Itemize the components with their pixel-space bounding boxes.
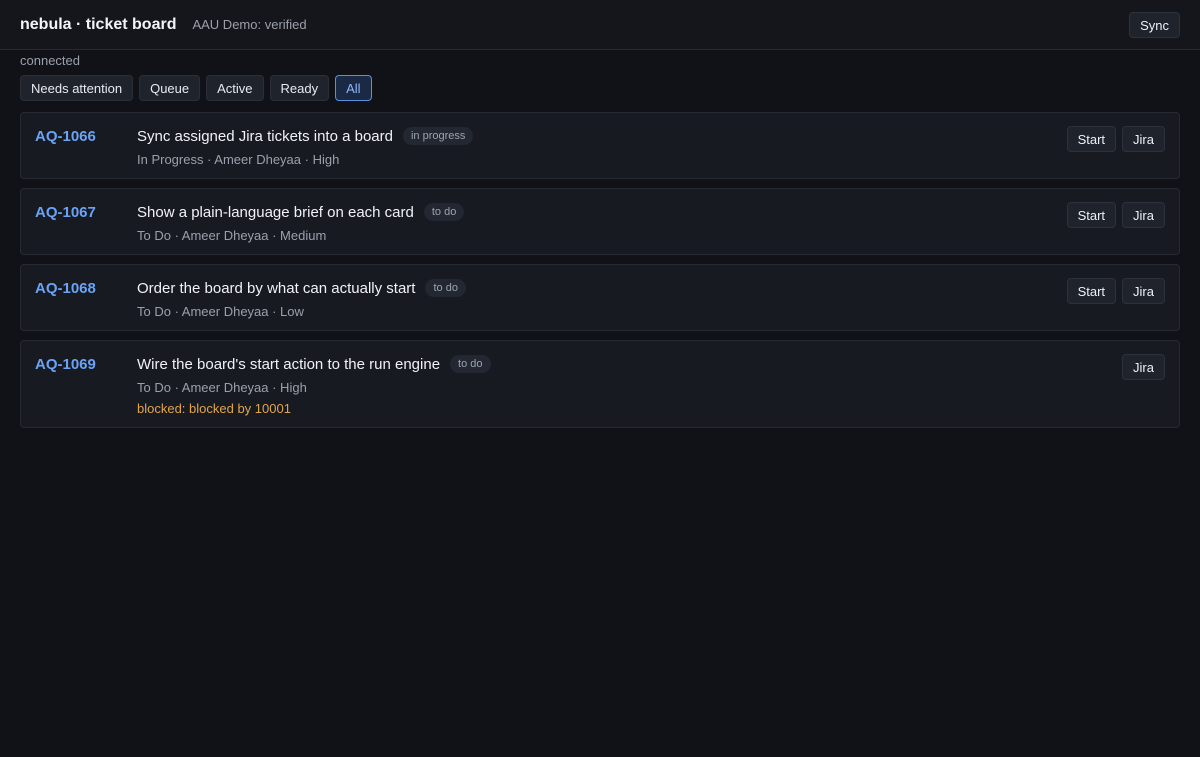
ticket-actions: Start Jira bbox=[1066, 202, 1165, 228]
filter-tabs: Needs attention Queue Active Ready All bbox=[0, 75, 1200, 101]
ticket-title-row: Order the board by what can actually sta… bbox=[137, 279, 466, 297]
ticket-actions: Start Jira bbox=[1066, 278, 1165, 304]
ticket-card: AQ-1069 Wire the board's start action to… bbox=[20, 340, 1180, 428]
filter-needs-attention[interactable]: Needs attention bbox=[20, 75, 134, 101]
jira-button[interactable]: Jira bbox=[1122, 354, 1165, 380]
sync-button[interactable]: Sync bbox=[1129, 12, 1180, 38]
jira-button[interactable]: Jira bbox=[1122, 126, 1165, 152]
ticket-card: AQ-1067 Show a plain-language brief on e… bbox=[20, 188, 1180, 255]
ticket-actions: Jira bbox=[1122, 354, 1165, 380]
ticket-key-link[interactable]: AQ-1067 bbox=[35, 204, 96, 221]
ticket-title: Show a plain-language brief on each card bbox=[137, 203, 414, 221]
start-button[interactable]: Start bbox=[1066, 126, 1117, 152]
blocked-warning: blocked: blocked by 10001 bbox=[137, 401, 291, 416]
ticket-title: Sync assigned Jira tickets into a board bbox=[137, 127, 393, 145]
start-button[interactable]: Start bbox=[1066, 202, 1117, 228]
ticket-meta: To Do · Ameer Dheyaa · Medium bbox=[137, 228, 327, 243]
filter-queue[interactable]: Queue bbox=[139, 75, 201, 101]
ticket-key-link[interactable]: AQ-1069 bbox=[35, 356, 96, 373]
ticket-card: AQ-1066 Sync assigned Jira tickets into … bbox=[20, 112, 1180, 179]
ticket-key-link[interactable]: AQ-1066 bbox=[35, 128, 96, 145]
ticket-actions: Start Jira bbox=[1066, 126, 1165, 152]
start-button[interactable]: Start bbox=[1066, 278, 1117, 304]
connection-status: connected bbox=[20, 53, 80, 68]
ticket-title: Wire the board's start action to the run… bbox=[137, 355, 441, 373]
workspace-status: AAU Demo: verified bbox=[192, 17, 307, 32]
filter-active[interactable]: Active bbox=[206, 75, 264, 101]
top-bar: nebula · ticket board AAU Demo: verified… bbox=[0, 0, 1200, 50]
ticket-title-row: Sync assigned Jira tickets into a board … bbox=[137, 127, 474, 145]
ticket-title: Order the board by what can actually sta… bbox=[137, 279, 416, 297]
filter-all[interactable]: All bbox=[335, 75, 372, 101]
ticket-meta: To Do · Ameer Dheyaa · High bbox=[137, 380, 307, 395]
ticket-card: AQ-1068 Order the board by what can actu… bbox=[20, 264, 1180, 331]
app-title: nebula · ticket board bbox=[20, 15, 177, 33]
status-badge: to do bbox=[425, 279, 466, 297]
status-badge: to do bbox=[423, 203, 465, 221]
status-badge: in progress bbox=[402, 127, 474, 145]
ticket-list: AQ-1066 Sync assigned Jira tickets into … bbox=[0, 101, 1200, 428]
jira-button[interactable]: Jira bbox=[1122, 202, 1165, 228]
ticket-title-row: Show a plain-language brief on each card… bbox=[137, 203, 465, 221]
jira-button[interactable]: Jira bbox=[1122, 278, 1165, 304]
filter-ready[interactable]: Ready bbox=[269, 75, 330, 101]
status-badge: to do bbox=[450, 355, 491, 373]
ticket-title-row: Wire the board's start action to the run… bbox=[137, 355, 491, 373]
ticket-meta: In Progress · Ameer Dheyaa · High bbox=[137, 152, 340, 167]
ticket-meta: To Do · Ameer Dheyaa · Low bbox=[137, 304, 304, 319]
ticket-key-link[interactable]: AQ-1068 bbox=[35, 280, 96, 297]
